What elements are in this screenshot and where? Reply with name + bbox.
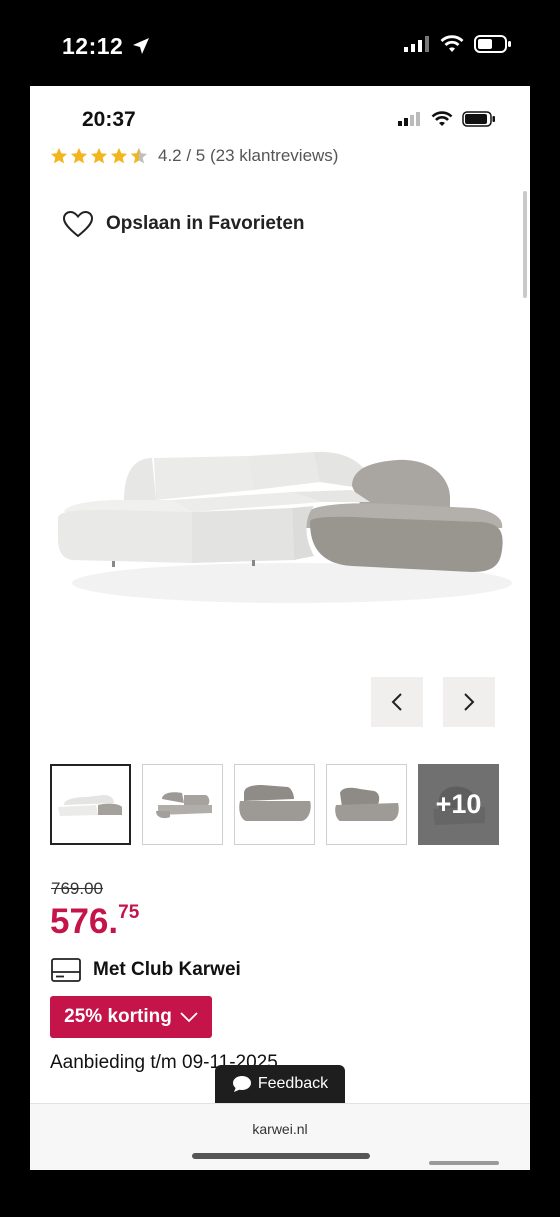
product-image[interactable]	[52, 438, 512, 623]
feedback-button[interactable]: Feedback	[215, 1065, 345, 1103]
chevron-left-icon	[391, 693, 402, 711]
star-icon	[90, 147, 108, 164]
outer-home-indicator	[429, 1161, 499, 1165]
club-karwei: Met Club Karwei	[51, 958, 241, 982]
gallery-next-button[interactable]	[443, 677, 495, 727]
rating-text: 4.2 / 5 (23 klantreviews)	[158, 146, 339, 165]
outer-status-icons	[404, 34, 512, 54]
thumbnail-chair-module[interactable]	[326, 764, 407, 845]
price-main: 576.	[50, 902, 119, 941]
feedback-label: Feedback	[257, 1075, 329, 1092]
favorite-label: Opslaan in Favorieten	[106, 213, 305, 234]
save-favorite-button[interactable]: Opslaan in Favorieten	[62, 210, 305, 238]
thumbnail-corner-sofa[interactable]	[50, 764, 131, 845]
thumbnail-chair-module-image	[334, 787, 399, 821]
chevron-down-icon	[180, 1012, 198, 1023]
product-rating[interactable]: 4.2 / 5 (23 klantreviews)	[50, 146, 338, 166]
inner-status-icons	[398, 111, 496, 127]
wifi-icon	[440, 35, 464, 52]
thumbnail-sofa-angle[interactable]	[142, 764, 223, 845]
star-icon	[50, 147, 68, 164]
outer-time: 12:12	[62, 33, 150, 60]
star-partial-icon	[130, 147, 148, 164]
star-icon	[110, 147, 128, 164]
thumbnail-strip: +10	[50, 764, 499, 845]
discount-label: 25% korting	[64, 1006, 172, 1027]
discount-dropdown[interactable]: 25% korting	[50, 996, 212, 1038]
cellular-signal-icon	[404, 36, 429, 52]
thumbnail-sofa-module-image	[238, 784, 311, 821]
outer-time-text: 12:12	[62, 33, 124, 59]
thumbnail-more[interactable]: +10	[418, 764, 499, 845]
battery-icon	[462, 111, 495, 127]
thumbnail-sofa-module[interactable]	[234, 764, 315, 845]
gallery-prev-button[interactable]	[371, 677, 423, 727]
page-scrollbar[interactable]	[523, 191, 527, 298]
url-text[interactable]: karwei.nl	[30, 1121, 530, 1137]
chevron-right-icon	[464, 693, 475, 711]
wifi-icon	[431, 111, 453, 126]
rating-stars	[50, 147, 148, 165]
browser-url-bar[interactable]: karwei.nl	[30, 1103, 530, 1170]
battery-icon	[474, 35, 511, 53]
thumbnail-sofa-angle-image	[155, 791, 212, 818]
thumbnail-more-label: +10	[435, 789, 482, 819]
club-label: Met Club Karwei	[93, 959, 241, 980]
price-cents: 75	[118, 902, 140, 923]
cellular-signal-icon	[398, 112, 420, 126]
old-price: 769.00	[51, 879, 103, 898]
inner-home-indicator	[192, 1153, 370, 1159]
outer-status-bar: 12:12	[0, 0, 560, 88]
thumbnail-corner-sofa-image	[57, 794, 122, 816]
inner-time: 20:37	[82, 108, 136, 131]
heart-icon	[62, 210, 94, 238]
webpage-screen: 20:37 4.2 / 5 (23 klantreviews) Opslaan …	[30, 86, 530, 1170]
chat-bubble-icon	[232, 1076, 251, 1092]
card-icon	[51, 958, 81, 982]
star-icon	[70, 147, 88, 164]
location-arrow-icon	[133, 38, 150, 54]
current-price: 576.75	[50, 902, 139, 942]
